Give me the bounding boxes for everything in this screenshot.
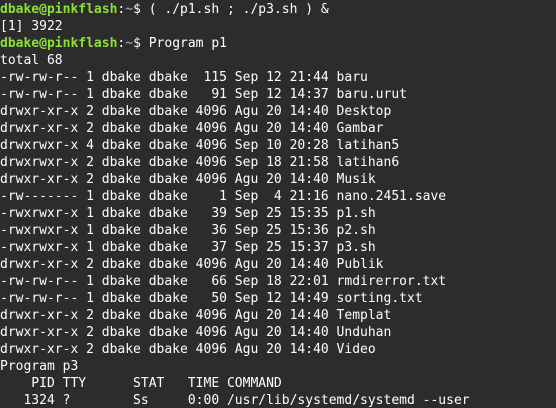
output-line: 1324 ? Ss 0:00 /usr/lib/systemd/systemd … [0,392,556,408]
output-text: total 68 [0,53,63,68]
prompt-symbol: $ [133,2,141,17]
prompt-line: dbake@pinkflash:~$ Program p1 [0,35,556,52]
output-text: -rw------- 1 dbake dbake 1 Sep 4 21:16 n… [0,189,447,204]
output-line: drwxrwxr-x 4 dbake dbake 4096 Sep 10 20:… [0,137,556,154]
output-text: 1324 ? Ss 0:00 /usr/lib/systemd/systemd … [0,393,470,408]
output-text: drwxr-xr-x 2 dbake dbake 4096 Agu 20 14:… [0,342,376,357]
output-line: drwxr-xr-x 2 dbake dbake 4096 Agu 20 14:… [0,307,556,324]
output-line: drwxr-xr-x 2 dbake dbake 4096 Agu 20 14:… [0,324,556,341]
prompt-user-host: dbake@pinkflash [0,36,118,51]
output-text: drwxr-xr-x 2 dbake dbake 4096 Agu 20 14:… [0,308,392,323]
output-line: drwxr-xr-x 2 dbake dbake 4096 Agu 20 14:… [0,341,556,358]
output-line: -rw-rw-r-- 1 dbake dbake 115 Sep 12 21:4… [0,69,556,86]
output-line: total 68 [0,52,556,69]
output-text: -rw-rw-r-- 1 dbake dbake 115 Sep 12 21:4… [0,70,368,85]
prompt-symbol: $ [133,36,141,51]
output-line: -rwxrwxr-x 1 dbake dbake 37 Sep 25 15:37… [0,239,556,256]
prompt-user-host: dbake@pinkflash [0,2,118,17]
output-line: -rw-rw-r-- 1 dbake dbake 91 Sep 12 14:37… [0,86,556,103]
output-text: -rw-rw-r-- 1 dbake dbake 66 Sep 18 22:01… [0,274,447,289]
output-text: -rwxrwxr-x 1 dbake dbake 39 Sep 25 15:35… [0,206,376,221]
output-text: -rwxrwxr-x 1 dbake dbake 36 Sep 25 15:36… [0,223,376,238]
output-text: -rwxrwxr-x 1 dbake dbake 37 Sep 25 15:37… [0,240,376,255]
output-line: Program p3 [0,358,556,375]
command-text: ( ./p1.sh ; ./p3.sh ) & [140,2,329,17]
output-line: -rw-rw-r-- 1 dbake dbake 66 Sep 18 22:01… [0,273,556,290]
output-text: -rw-rw-r-- 1 dbake dbake 50 Sep 12 14:49… [0,291,423,306]
output-text: drwxrwxr-x 4 dbake dbake 4096 Sep 10 20:… [0,138,400,153]
output-text: drwxr-xr-x 2 dbake dbake 4096 Agu 20 14:… [0,172,376,187]
output-line: PID TTY STAT TIME COMMAND [0,375,556,392]
output-text: [1] 3922 [0,19,63,34]
command-text: Program p1 [140,36,227,51]
output-line: drwxr-xr-x 2 dbake dbake 4096 Agu 20 14:… [0,171,556,188]
output-text: Program p3 [0,359,79,374]
output-line: drwxr-xr-x 2 dbake dbake 4096 Agu 20 14:… [0,120,556,137]
output-line: -rw-rw-r-- 1 dbake dbake 50 Sep 12 14:49… [0,290,556,307]
output-line: drwxrwxr-x 2 dbake dbake 4096 Sep 18 21:… [0,154,556,171]
output-text: drwxr-xr-x 2 dbake dbake 4096 Agu 20 14:… [0,257,384,272]
output-text: drwxr-xr-x 2 dbake dbake 4096 Agu 20 14:… [0,325,392,340]
prompt-path: ~ [125,2,134,17]
output-line: drwxr-xr-x 2 dbake dbake 4096 Agu 20 14:… [0,103,556,120]
prompt-path: ~ [125,36,134,51]
output-line: drwxr-xr-x 2 dbake dbake 4096 Agu 20 14:… [0,256,556,273]
terminal-window[interactable]: dbake@pinkflash:~$ ( ./p1.sh ; ./p3.sh )… [0,0,556,408]
output-text: PID TTY STAT TIME COMMAND [0,376,282,391]
output-line: -rwxrwxr-x 1 dbake dbake 36 Sep 25 15:36… [0,222,556,239]
output-line: -rw------- 1 dbake dbake 1 Sep 4 21:16 n… [0,188,556,205]
output-line: [1] 3922 [0,18,556,35]
output-text: drwxrwxr-x 2 dbake dbake 4096 Sep 18 21:… [0,155,400,170]
output-text: -rw-rw-r-- 1 dbake dbake 91 Sep 12 14:37… [0,87,407,102]
output-line: -rwxrwxr-x 1 dbake dbake 39 Sep 25 15:35… [0,205,556,222]
prompt-line: dbake@pinkflash:~$ ( ./p1.sh ; ./p3.sh )… [0,1,556,18]
output-text: drwxr-xr-x 2 dbake dbake 4096 Agu 20 14:… [0,104,392,119]
output-text: drwxr-xr-x 2 dbake dbake 4096 Agu 20 14:… [0,121,384,136]
